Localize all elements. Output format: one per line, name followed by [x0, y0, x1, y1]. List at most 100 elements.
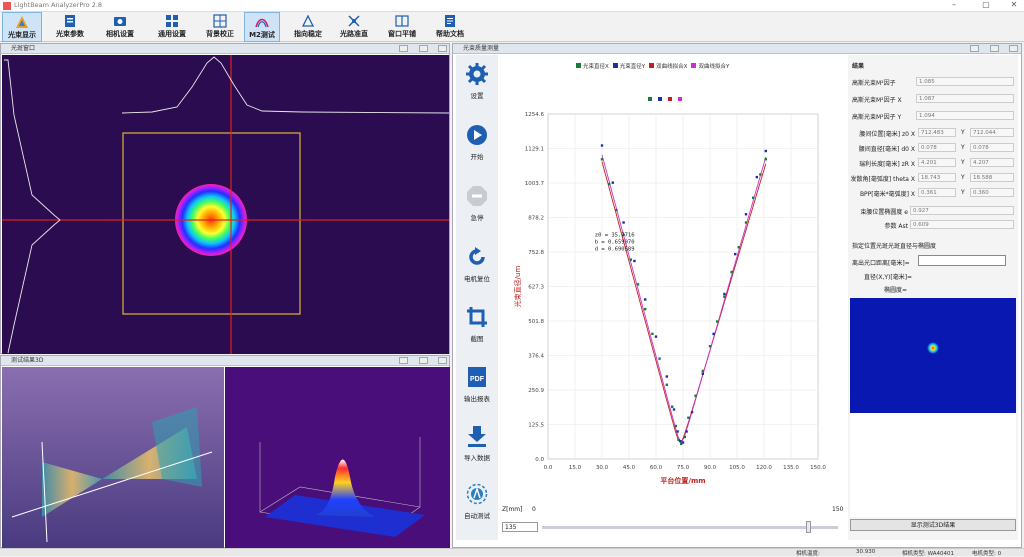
- panel-maximize-button[interactable]: [419, 357, 428, 364]
- data-point: [701, 369, 704, 373]
- beam-caustic-3d-view[interactable]: [2, 367, 224, 548]
- app-title: LightBeam AnalyzerPro 2.8: [14, 1, 103, 9]
- panel-restore-button[interactable]: [970, 45, 979, 52]
- x-tick-label: 60.0: [650, 465, 663, 471]
- sidebar-auto-test-button[interactable]: 自动测试: [456, 483, 498, 520]
- m2-curve-icon: [255, 18, 269, 28]
- legend-marker: [648, 97, 652, 101]
- sidebar-motor-reset-button[interactable]: 电机复位: [456, 246, 498, 283]
- y-label: Y: [961, 144, 965, 151]
- ast-value: 0.609: [910, 220, 1014, 229]
- divergence-x: 18.743: [918, 173, 956, 182]
- beam-display-icon: [16, 16, 28, 28]
- y-tick-label: 501.8: [528, 319, 544, 325]
- data-point: [622, 221, 625, 224]
- reset-icon: [469, 247, 485, 265]
- toolbar-help[interactable]: 帮助文档: [428, 12, 472, 42]
- triangle-icon: [301, 14, 315, 27]
- z-slider-thumb[interactable]: [806, 521, 812, 533]
- y-tick-label: 0.0: [535, 457, 544, 463]
- toolbar-m2-test[interactable]: M2测试: [244, 12, 280, 42]
- waist-pos-y: 712.044: [970, 128, 1014, 137]
- panel-restore-button[interactable]: [399, 357, 408, 364]
- sidebar-screenshot-button[interactable]: 截图: [456, 306, 498, 343]
- panel-maximize-button[interactable]: [990, 45, 999, 52]
- data-point: [672, 408, 676, 411]
- panel-close-button[interactable]: [1009, 45, 1018, 52]
- data-point: [665, 383, 668, 386]
- toolbar-tile-windows[interactable]: 窗口平铺: [380, 12, 424, 42]
- m2y-label: 高斯光束M²因子 Y: [852, 114, 902, 121]
- legend-label: 光束直径Y: [619, 64, 646, 70]
- panel-restore-button[interactable]: [399, 45, 408, 52]
- y-axis-label: 光束直径/um: [513, 266, 522, 308]
- toolbar-camera-settings[interactable]: 相机设置: [96, 12, 144, 42]
- beam-spot-image[interactable]: [2, 55, 449, 354]
- data-point: [665, 375, 668, 378]
- toolbar-beam-display[interactable]: 光束显示: [2, 12, 42, 42]
- gear-icon: [466, 63, 488, 85]
- panel-close-button[interactable]: [438, 45, 447, 52]
- beam-profile-3d-view[interactable]: [225, 367, 450, 548]
- m3d-title: 测试结果3D: [11, 357, 44, 364]
- data-point: [712, 332, 715, 336]
- test-result-3d-window: 测试结果3D: [0, 355, 450, 548]
- pdf-icon: PDF: [468, 367, 486, 387]
- sidebar-export-report-button[interactable]: PDF 输出报表: [456, 366, 498, 403]
- panel-maximize-button[interactable]: [419, 45, 428, 52]
- sidebar-emergency-stop-button[interactable]: 急停: [456, 185, 498, 222]
- x-tick-label: 0.0: [544, 465, 553, 471]
- spot-window-header: 光斑窗口: [1, 44, 449, 54]
- toolbar-beam-params[interactable]: 光束参数: [48, 12, 92, 42]
- y-tick-label: 1129.1: [525, 147, 544, 153]
- toolbar-alignment[interactable]: 光路准直: [332, 12, 376, 42]
- close-button[interactable]: ✕: [1004, 0, 1024, 9]
- data-point: [679, 439, 682, 443]
- sidebar-start-button[interactable]: 开始: [456, 124, 498, 161]
- waist-diam-y: 0.078: [970, 143, 1014, 152]
- bpp-y: 0.360: [970, 188, 1014, 197]
- y-tick-label: 250.9: [528, 388, 544, 394]
- show-3d-result-button[interactable]: 显示测试3D结果: [850, 519, 1016, 531]
- toolbar-general-settings[interactable]: 通用设置: [148, 12, 196, 42]
- y-tick-label: 1003.7: [525, 181, 545, 187]
- panel-close-button[interactable]: [438, 357, 447, 364]
- section2-header: 指定位置光斑光斑直径与椭圆度: [852, 243, 937, 250]
- toolbar-label: M2测试: [249, 31, 275, 39]
- x-tick-label: 105.0: [729, 465, 745, 471]
- z-value-input[interactable]: 135: [502, 522, 538, 532]
- data-point: [685, 430, 688, 433]
- import-arrow-icon: [468, 426, 486, 447]
- sidebar-import-data-button[interactable]: 导入数据: [456, 425, 498, 462]
- window-tile-icon: [395, 15, 409, 27]
- measure-header: 光束质量测量: [453, 44, 1021, 54]
- measure-sidebar: 设置 开始 急停 电机复位 截图 PDF 输出报表 导入数据 自动测试: [456, 55, 498, 540]
- params-icon: [65, 15, 75, 27]
- y-tick-label: 627.3: [528, 285, 544, 291]
- data-point: [723, 292, 726, 296]
- data-point: [744, 221, 748, 224]
- toolbar-background-correction[interactable]: 背景校正: [198, 12, 242, 42]
- minimize-button[interactable]: –: [944, 0, 964, 9]
- waist-pos-label: 腰间位置[毫米] z0 X: [859, 131, 915, 138]
- z-slider-track[interactable]: [542, 526, 838, 529]
- legend-label: 双曲线拟合X: [656, 64, 688, 70]
- results-header: 结果: [852, 63, 865, 70]
- data-point: [759, 173, 762, 176]
- sidebar-label: 急停: [470, 214, 484, 222]
- toolbar-pointing-stability[interactable]: 指向稳定: [286, 12, 330, 42]
- distance-input[interactable]: [918, 255, 1006, 266]
- maximize-button[interactable]: ▢: [976, 0, 996, 9]
- fit-parameter-text: b = 0.659970: [595, 239, 635, 245]
- y-tick-label: 376.4: [528, 354, 544, 360]
- data-point: [671, 405, 674, 408]
- legend-swatch: [691, 63, 697, 68]
- x-tick-label: 135.0: [783, 465, 799, 471]
- data-point: [716, 320, 719, 323]
- data-point: [658, 357, 661, 360]
- data-point: [608, 182, 611, 186]
- bpp-label: BPP[毫米*毫弧度] X: [859, 191, 915, 198]
- m2-chart[interactable]: 0.0 15.0 30.0 45.0 60.0 75.0 90.0 105.0 120.0 135…: [502, 76, 842, 508]
- sidebar-settings-button[interactable]: 设置: [456, 63, 498, 100]
- spot-preview-blank: [850, 413, 1016, 517]
